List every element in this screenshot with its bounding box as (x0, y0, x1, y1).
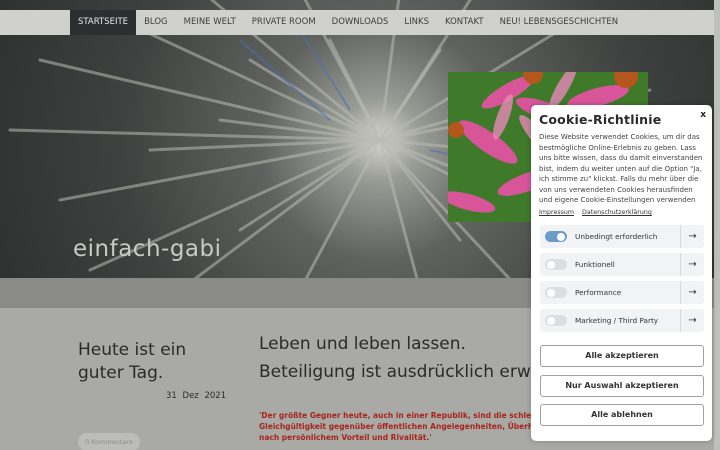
quote-line-3: nach persönlichem Vorteil und Rivalität.… (259, 433, 432, 442)
cookie-category-performance: Performance → (540, 281, 704, 304)
cookie-description: Diese Website verwendet Cookies, um dir … (539, 133, 703, 204)
quote-line-2: Gleichgültigkeit gegenüber öffentlichen … (259, 422, 549, 431)
arrow-right-icon[interactable]: → (680, 225, 704, 248)
nav-item-startseite[interactable]: STARTSEITE (70, 10, 137, 35)
nav-item-kontakt[interactable]: KONTAKT (437, 10, 492, 35)
arrow-right-icon[interactable]: → (680, 281, 704, 304)
category-label: Performance (575, 288, 622, 297)
nav-item-meine-welt[interactable]: MEINE WELT (176, 10, 244, 35)
arrow-right-icon[interactable]: → (680, 253, 704, 276)
arrow-right-icon[interactable]: → (680, 309, 704, 332)
toggle-performance[interactable] (545, 287, 567, 298)
cookie-category-necessary: Unbedingt erforderlich → (540, 225, 704, 248)
close-icon[interactable]: x (700, 110, 706, 120)
cookie-links: Impressum Datenschutzerklärung (539, 209, 658, 216)
post-quote: 'Der größte Gegner heute, auch in einer … (259, 410, 549, 443)
impressum-link[interactable]: Impressum (539, 209, 574, 216)
main-navigation: STARTSEITE BLOG MEINE WELT PRIVATE ROOM … (0, 10, 720, 35)
post-date-month: Dez (182, 391, 199, 401)
nav-item-blog[interactable]: BLOG (136, 10, 176, 35)
category-label: Marketing / Third Party (575, 316, 659, 325)
toggle-necessary[interactable] (545, 231, 567, 242)
page-scrollbar[interactable] (714, 0, 720, 450)
post-date-year: 2021 (204, 391, 227, 401)
post-date-day: 31 (166, 391, 177, 401)
privacy-link[interactable]: Datenschutzerklärung (582, 209, 652, 216)
toggle-marketing[interactable] (545, 315, 567, 326)
nav-item-private-room[interactable]: PRIVATE ROOM (244, 10, 324, 35)
quote-line-1: 'Der größte Gegner heute, auch in einer … (259, 411, 549, 420)
nav-item-lebensgeschichten[interactable]: NEU! LEBENSGESCHICHTEN (492, 10, 627, 35)
post-date: 31 Dez 2021 (166, 391, 226, 401)
category-label: Funktionell (575, 260, 615, 269)
reject-all-button[interactable]: Alle ablehnen (540, 404, 704, 426)
post-heading-line1: Leben und leben lassen. (259, 334, 466, 354)
cookie-dialog: x Cookie-Richtlinie Diese Website verwen… (531, 105, 712, 441)
post-heading-line2: Beteiligung ist ausdrücklich erwünscht (259, 362, 559, 382)
cookie-title: Cookie-Richtlinie (539, 112, 662, 127)
post-side-title: Heute ist ein guter Tag. (78, 340, 187, 383)
category-label: Unbedingt erforderlich (575, 232, 658, 241)
nav-item-downloads[interactable]: DOWNLOADS (324, 10, 397, 35)
post-heading: Leben und leben lassen. Beteiligung ist … (259, 330, 559, 386)
comments-button[interactable]: 0 Kommentare (78, 433, 140, 450)
accept-selection-button[interactable]: Nur Auswahl akzeptieren (540, 375, 704, 397)
nav-item-links[interactable]: LINKS (396, 10, 437, 35)
site-title[interactable]: einfach-gabi (73, 236, 222, 262)
cookie-category-functional: Funktionell → (540, 253, 704, 276)
toggle-functional[interactable] (545, 259, 567, 270)
accept-all-button[interactable]: Alle akzeptieren (540, 345, 704, 367)
cookie-category-marketing: Marketing / Third Party → (540, 309, 704, 332)
